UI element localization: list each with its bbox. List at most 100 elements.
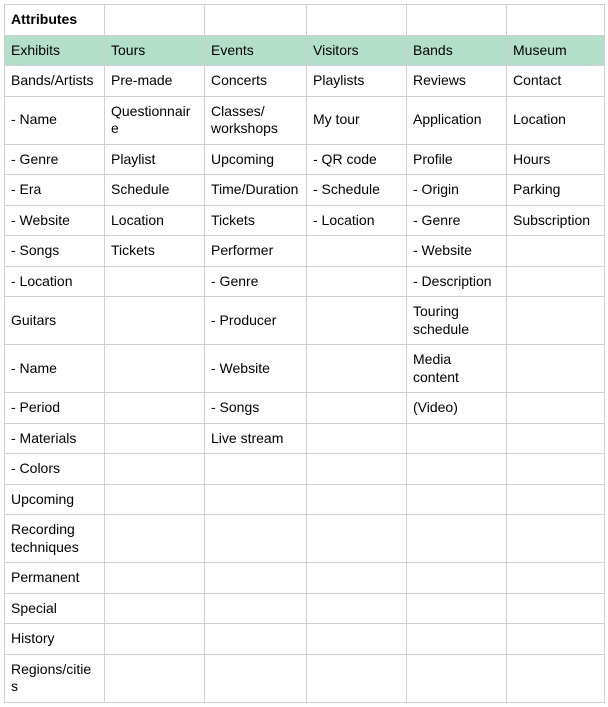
- cell: My tour: [307, 96, 407, 144]
- cell: [205, 484, 307, 515]
- cell: - Name: [5, 96, 105, 144]
- cell: [105, 484, 205, 515]
- col-header: Visitors: [307, 35, 407, 66]
- col-header: Bands: [407, 35, 507, 66]
- cell: - Period: [5, 393, 105, 424]
- table-row: Bands/Artists Pre-made Concerts Playlist…: [5, 66, 605, 97]
- empty-cell: [205, 5, 307, 36]
- cell: [507, 515, 605, 563]
- table-title: Attributes: [5, 5, 105, 36]
- table-row: - Name - Website Media content: [5, 345, 605, 393]
- table-row: - Genre Playlist Upcoming - QR code Prof…: [5, 144, 605, 175]
- cell: [507, 236, 605, 267]
- col-header: Events: [205, 35, 307, 66]
- cell: [105, 393, 205, 424]
- cell: - Description: [407, 266, 507, 297]
- cell: [105, 297, 205, 345]
- cell: [307, 593, 407, 624]
- cell: [307, 654, 407, 702]
- cell: - Producer: [205, 297, 307, 345]
- cell: [307, 266, 407, 297]
- cell: [507, 297, 605, 345]
- table-row: - Website Location Tickets - Location - …: [5, 205, 605, 236]
- cell: - Colors: [5, 454, 105, 485]
- cell: Parking: [507, 175, 605, 206]
- cell: Concerts: [205, 66, 307, 97]
- col-header: Tours: [105, 35, 205, 66]
- cell: - Genre: [407, 205, 507, 236]
- cell: - Songs: [205, 393, 307, 424]
- cell: [407, 563, 507, 594]
- cell: [105, 423, 205, 454]
- cell: Questionnaire: [105, 96, 205, 144]
- title-row: Attributes: [5, 5, 605, 36]
- cell: Touring schedule: [407, 297, 507, 345]
- cell: Regions/cities: [5, 654, 105, 702]
- cell: Reviews: [407, 66, 507, 97]
- empty-cell: [307, 5, 407, 36]
- table-row: Recording techniques: [5, 515, 605, 563]
- cell: [307, 236, 407, 267]
- cell: - Origin: [407, 175, 507, 206]
- cell: [507, 563, 605, 594]
- cell: - Genre: [5, 144, 105, 175]
- cell: [507, 454, 605, 485]
- cell: - QR code: [307, 144, 407, 175]
- cell: [105, 624, 205, 655]
- table-row: Regions/cities: [5, 654, 605, 702]
- cell: [307, 345, 407, 393]
- cell: - Schedule: [307, 175, 407, 206]
- cell: [105, 454, 205, 485]
- cell: [205, 654, 307, 702]
- empty-cell: [507, 5, 605, 36]
- table-row: Guitars - Producer Touring schedule: [5, 297, 605, 345]
- cell: - Website: [407, 236, 507, 267]
- cell: Live stream: [205, 423, 307, 454]
- table-row: - Era Schedule Time/Duration - Schedule …: [5, 175, 605, 206]
- cell: Contact: [507, 66, 605, 97]
- empty-cell: [105, 5, 205, 36]
- cell: [407, 515, 507, 563]
- cell: [105, 593, 205, 624]
- cell: [407, 654, 507, 702]
- cell: [307, 515, 407, 563]
- cell: Bands/Artists: [5, 66, 105, 97]
- cell: Tickets: [205, 205, 307, 236]
- cell: Schedule: [105, 175, 205, 206]
- attributes-table: Attributes Exhibits Tours Events Visitor…: [4, 4, 605, 703]
- table-row: - Name Questionnaire Classes/ workshops …: [5, 96, 605, 144]
- header-row: Exhibits Tours Events Visitors Bands Mus…: [5, 35, 605, 66]
- cell: - Website: [5, 205, 105, 236]
- cell: Time/Duration: [205, 175, 307, 206]
- cell: [105, 515, 205, 563]
- cell: [205, 454, 307, 485]
- cell: Guitars: [5, 297, 105, 345]
- cell: [407, 484, 507, 515]
- cell: Classes/ workshops: [205, 96, 307, 144]
- table-row: - Materials Live stream: [5, 423, 605, 454]
- cell: - Era: [5, 175, 105, 206]
- table-row: - Colors: [5, 454, 605, 485]
- cell: [205, 515, 307, 563]
- cell: [507, 624, 605, 655]
- cell: [205, 563, 307, 594]
- cell: Profile: [407, 144, 507, 175]
- cell: Tickets: [105, 236, 205, 267]
- cell: [407, 624, 507, 655]
- cell: [507, 266, 605, 297]
- cell: Playlists: [307, 66, 407, 97]
- col-header: Museum: [507, 35, 605, 66]
- cell: - Materials: [5, 423, 105, 454]
- cell: - Location: [5, 266, 105, 297]
- col-header: Exhibits: [5, 35, 105, 66]
- cell: [507, 345, 605, 393]
- cell: [105, 345, 205, 393]
- cell: - Songs: [5, 236, 105, 267]
- cell: - Location: [307, 205, 407, 236]
- cell: Performer: [205, 236, 307, 267]
- cell: [307, 423, 407, 454]
- cell: Media content: [407, 345, 507, 393]
- cell: [205, 593, 307, 624]
- cell: [407, 454, 507, 485]
- table-row: - Songs Tickets Performer - Website: [5, 236, 605, 267]
